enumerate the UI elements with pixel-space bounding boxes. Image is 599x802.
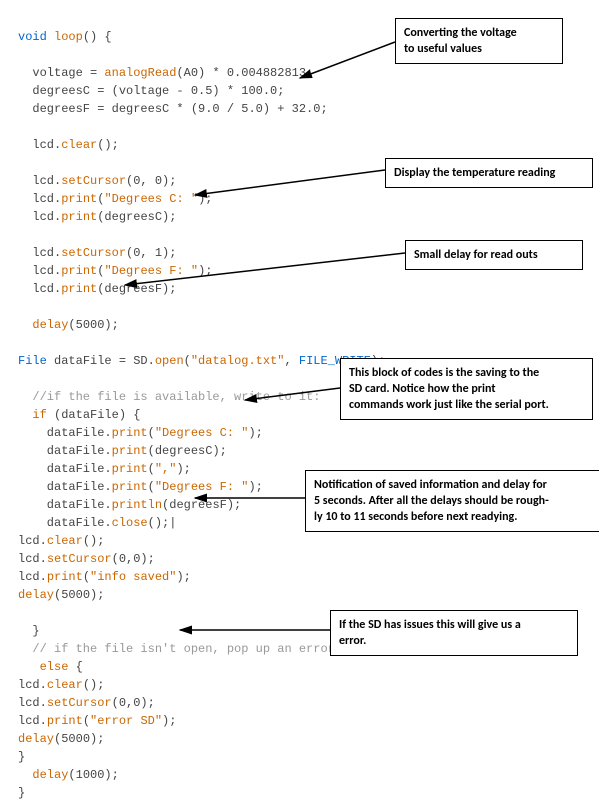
annotation-sd-error: If the SD has issues this will give us a… [330,610,578,656]
code-block: void loop() { voltage = analogRead(A0) *… [18,10,385,802]
annotation-sd-save: This block of codes is the saving to the… [340,358,593,420]
annotation-voltage: Converting the voltageto useful values [395,18,563,64]
annotation-display: Display the temperature reading [385,158,593,188]
annotation-delay: Small delay for read outs [405,240,583,270]
annotation-saved-info: Notification of saved information and de… [305,470,599,532]
